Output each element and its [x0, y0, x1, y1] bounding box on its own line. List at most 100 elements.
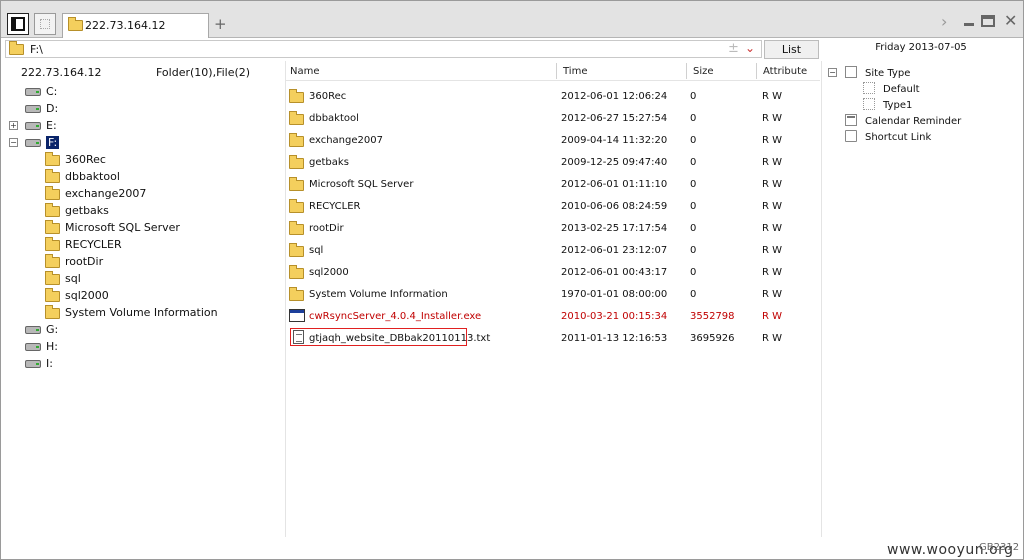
folder-node[interactable]: sql: [1, 270, 281, 287]
folder-node[interactable]: dbbaktool: [1, 168, 281, 185]
drive-label: C:: [46, 85, 58, 98]
folder-node[interactable]: 360Rec: [1, 151, 281, 168]
folder-icon: [289, 243, 304, 257]
tree-expander[interactable]: −: [9, 138, 18, 147]
bookmark-toggle-icon[interactable]: ±: [728, 41, 739, 56]
file-name: getbaks: [309, 157, 349, 168]
file-row[interactable]: Microsoft SQL Server 2012-06-01 01:11:10 0…: [286, 173, 820, 195]
file-name: gtjaqh_website_DBbak20110113.txt: [309, 333, 491, 344]
folder-icon: [289, 199, 304, 213]
folder-node[interactable]: getbaks: [1, 202, 281, 219]
file-size: 0: [690, 245, 697, 256]
shortcut-link-node[interactable]: Shortcut Link: [827, 129, 1017, 145]
column-separator[interactable]: [556, 63, 557, 79]
site-type-child[interactable]: Type1: [827, 97, 1017, 113]
file-row[interactable]: gtjaqh_website_DBbak20110113.txt 2011-01-…: [286, 327, 820, 349]
drive-label: I:: [46, 357, 53, 370]
blank-page-icon: [40, 19, 50, 29]
file-size: 0: [690, 113, 697, 124]
tab-title: 222.73.164.12: [85, 19, 166, 32]
file-row[interactable]: dbbaktool 2012-06-27 15:27:54 0 R W: [286, 107, 820, 129]
calendar-reminder-label: Calendar Reminder: [865, 116, 962, 127]
site-child-icon: [863, 98, 875, 110]
toggle-panel-button[interactable]: [7, 13, 29, 35]
folder-icon: [289, 111, 304, 125]
chevron-down-icon[interactable]: ⌄: [745, 41, 755, 55]
drive-label: F:: [46, 136, 60, 149]
app-window: 222.73.164.12 + › ✕ F:\ ± ⌄ List Friday …: [0, 0, 1024, 560]
drive-node[interactable]: − F:: [1, 134, 281, 151]
file-row[interactable]: System Volume Information 1970-01-01 08:0…: [286, 283, 820, 305]
file-row[interactable]: cwRsyncServer_4.0.4_Installer.exe 2010-03…: [286, 305, 820, 327]
file-row[interactable]: sql 2012-06-01 23:12:07 0 R W: [286, 239, 820, 261]
folder-node[interactable]: RECYCLER: [1, 236, 281, 253]
site-type-child[interactable]: Default: [827, 81, 1017, 97]
folder-icon: [45, 254, 60, 268]
file-row[interactable]: sql2000 2012-06-01 00:43:17 0 R W: [286, 261, 820, 283]
file-row[interactable]: exchange2007 2009-04-14 11:32:20 0 R W: [286, 129, 820, 151]
site-type-node[interactable]: − Site Type: [827, 65, 1017, 81]
close-button[interactable]: ✕: [1004, 11, 1017, 30]
drive-icon: [25, 105, 41, 113]
folder-label: rootDir: [65, 255, 104, 268]
site-type-icon: [845, 66, 857, 78]
folder-icon: [68, 17, 83, 31]
file-name: RECYCLER: [309, 201, 361, 212]
folder-node[interactable]: rootDir: [1, 253, 281, 270]
folder-label: RECYCLER: [65, 238, 122, 251]
collapse-toggle[interactable]: −: [828, 68, 837, 77]
file-size: 0: [690, 179, 697, 190]
file-size: 3695926: [690, 333, 735, 344]
file-size: 0: [690, 223, 697, 234]
column-header-time[interactable]: Time: [563, 66, 587, 77]
file-time: 2013-02-25 17:17:54: [561, 223, 668, 234]
pane-divider[interactable]: [821, 61, 822, 537]
drive-icon: [25, 360, 41, 368]
folder-icon: [45, 305, 60, 319]
folder-node[interactable]: System Volume Information: [1, 304, 281, 321]
folder-label: getbaks: [65, 204, 109, 217]
drive-node[interactable]: G:: [1, 321, 281, 338]
drive-node[interactable]: + E:: [1, 117, 281, 134]
column-header-name[interactable]: Name: [290, 66, 320, 77]
forward-arrow-icon[interactable]: ›: [941, 12, 947, 31]
file-time: 2010-03-21 00:15:34: [561, 311, 668, 322]
tab-active[interactable]: 222.73.164.12: [62, 13, 209, 38]
folder-icon: [45, 220, 60, 234]
file-row[interactable]: getbaks 2009-12-25 09:47:40 0 R W: [286, 151, 820, 173]
column-header-size[interactable]: Size: [693, 66, 714, 77]
drive-node[interactable]: I:: [1, 355, 281, 372]
folder-node[interactable]: exchange2007: [1, 185, 281, 202]
calendar-reminder-node[interactable]: Calendar Reminder: [827, 113, 1017, 129]
folder-label: System Volume Information: [65, 306, 218, 319]
drive-node[interactable]: D:: [1, 100, 281, 117]
maximize-button[interactable]: [981, 15, 995, 27]
list-button[interactable]: List: [764, 40, 819, 59]
folder-label: sql: [65, 272, 81, 285]
address-bar[interactable]: F:\ ± ⌄: [5, 40, 762, 58]
column-separator[interactable]: [686, 63, 687, 79]
application-icon: [289, 309, 305, 322]
drive-icon: [25, 139, 41, 147]
file-time: 2012-06-01 12:06:24: [561, 91, 668, 102]
file-size: 3552798: [690, 311, 735, 322]
file-row[interactable]: rootDir 2013-02-25 17:17:54 0 R W: [286, 217, 820, 239]
column-header-attribute[interactable]: Attribute: [763, 66, 807, 77]
file-name: sql2000: [309, 267, 349, 278]
file-row[interactable]: RECYCLER 2010-06-06 08:24:59 0 R W: [286, 195, 820, 217]
folder-node[interactable]: sql2000: [1, 287, 281, 304]
folder-node[interactable]: Microsoft SQL Server: [1, 219, 281, 236]
drive-label: D:: [46, 102, 59, 115]
file-attribute: R W: [762, 135, 783, 146]
drive-node[interactable]: C:: [1, 83, 281, 100]
blank-tab-button[interactable]: [34, 13, 56, 35]
folder-label: exchange2007: [65, 187, 147, 200]
file-time: 2011-01-13 12:16:53: [561, 333, 668, 344]
add-tab-button[interactable]: +: [214, 15, 227, 33]
column-separator[interactable]: [756, 63, 757, 79]
tree-expander[interactable]: +: [9, 121, 18, 130]
drive-node[interactable]: H:: [1, 338, 281, 355]
address-path[interactable]: F:\: [30, 43, 43, 56]
file-row[interactable]: 360Rec 2012-06-01 12:06:24 0 R W: [286, 85, 820, 107]
site-type-label: Site Type: [865, 68, 911, 79]
